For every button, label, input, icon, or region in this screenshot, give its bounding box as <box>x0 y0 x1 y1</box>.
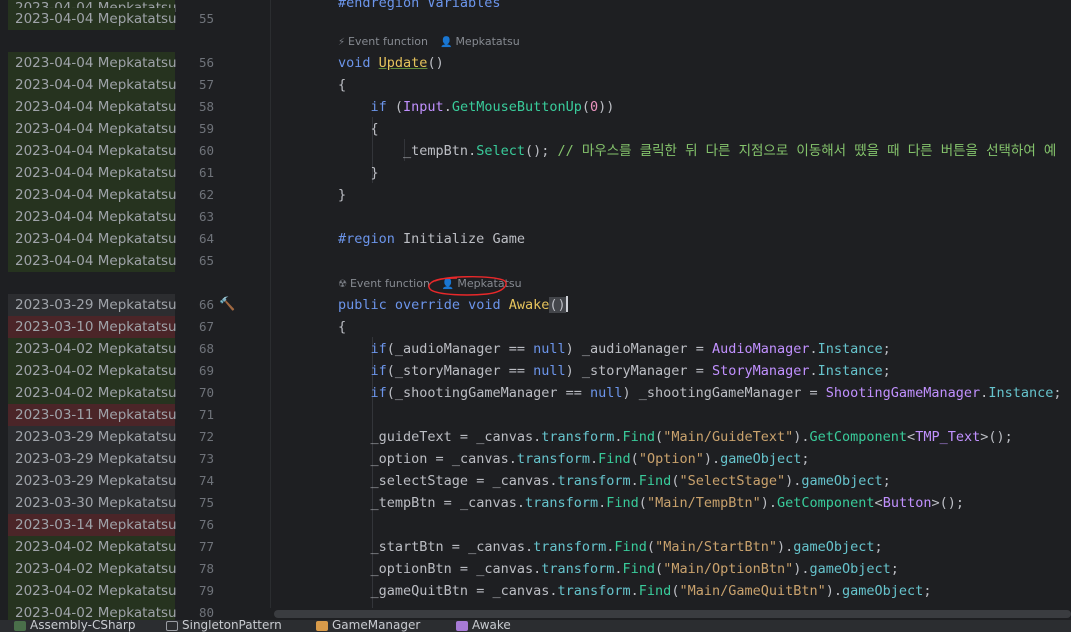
line-number[interactable]: 60 <box>180 140 214 162</box>
blame-entry[interactable]: 2023-04-02 Mepkatatsu <box>8 338 177 360</box>
method-icon <box>456 620 468 631</box>
line-number[interactable]: 79 <box>180 580 214 602</box>
line-number[interactable]: 64 <box>180 228 214 250</box>
code-line-72: _guideText = _canvas.transform.Find("Mai… <box>370 429 1013 445</box>
blame-entry[interactable]: 2023-04-04 Mepkatatsu <box>8 250 177 272</box>
blame-entry[interactable]: 2023-04-04 Mepkatatsu <box>8 74 177 96</box>
blame-entry[interactable]: 2023-03-29 Mepkatatsu <box>8 448 177 470</box>
code-line-75: _tempBtn = _canvas.transform.Find("Main/… <box>370 495 964 511</box>
blame-entry[interactable]: 2023-03-11 Mepkatatsu <box>8 404 177 426</box>
blame-entry[interactable]: 2023-03-30 Mepkatatsu <box>8 492 177 514</box>
line-number[interactable]: 68 <box>180 338 214 360</box>
blame-entry[interactable]: 2023-04-02 Mepkatatsu <box>8 580 177 602</box>
code-editor[interactable]: #endregion Variables ⚡ Event function 👤 Mep… <box>271 0 1071 608</box>
line-number[interactable]: 62 <box>180 184 214 206</box>
line-number[interactable]: 65 <box>180 250 214 272</box>
breadcrumb-class[interactable]: GameManager <box>316 620 420 632</box>
breadcrumb-assembly[interactable]: Assembly-CSharp <box>14 620 135 632</box>
code-line-62: } <box>338 187 347 203</box>
line-number[interactable]: 56 <box>180 52 214 74</box>
code-line-79: _gameQuitBtn = _canvas.transform.Find("M… <box>370 583 932 599</box>
line-number[interactable]: 59 <box>180 118 214 140</box>
line-number[interactable]: 78 <box>180 558 214 580</box>
blame-entry[interactable]: 2023-04-04 Mepkatatsu <box>8 52 177 74</box>
breadcrumb-namespace[interactable]: SingletonPattern <box>166 620 282 632</box>
navigation-breadcrumb-bar: Assembly-CSharp SingletonPattern GameMan… <box>0 620 1071 632</box>
event-function-icon: ⚡ <box>338 37 346 48</box>
code-line-60: _tempBtn.Select(); // 마우스를 클릭한 뒤 다른 지점으로… <box>403 143 1057 159</box>
blame-entry[interactable]: 2023-04-04 Mepkatatsu <box>8 184 177 206</box>
blame-entry[interactable]: 2023-04-04 Mepkatatsu <box>8 118 177 140</box>
line-number[interactable]: 61 <box>180 162 214 184</box>
code-line-66: public override void Awake() <box>338 296 568 313</box>
blame-annotation-gutter[interactable]: 2023-04-04 Mepkatatsu 2023-04-04 Mepkatat… <box>0 0 180 624</box>
line-number[interactable]: 73 <box>180 448 214 470</box>
blame-entry[interactable]: 2023-03-29 Mepkatatsu <box>8 294 177 316</box>
text-caret <box>565 296 568 312</box>
line-number[interactable]: 71 <box>180 404 214 426</box>
blame-entry[interactable]: 2023-04-02 Mepkatatsu <box>8 360 177 382</box>
line-number[interactable]: 55 <box>180 8 214 30</box>
code-vision-hint-update[interactable]: ⚡ Event function 👤 Mepkatatsu <box>338 31 520 53</box>
event-function-icon: ☢ <box>338 279 347 290</box>
blame-entry[interactable]: 2023-04-04 Mepkatatsu <box>8 228 177 250</box>
line-number[interactable]: 75 <box>180 492 214 514</box>
class-icon <box>316 620 328 631</box>
blame-entry[interactable]: 2023-03-29 Mepkatatsu <box>8 426 177 448</box>
line-number[interactable]: 63 <box>180 206 214 228</box>
line-number[interactable]: 72 <box>180 426 214 448</box>
code-line-73: _option = _canvas.transform.Find("Option… <box>370 451 810 467</box>
blame-entry[interactable]: 2023-04-04 Mepkatatsu <box>8 162 177 184</box>
code-line-58: if (Input.GetMouseButtonUp(0)) <box>370 99 615 115</box>
code-line-67: { <box>338 319 347 335</box>
blame-entry[interactable]: 2023-03-14 Mepkatatsu <box>8 514 177 536</box>
code-line-69: if(_storyManager == null) _storyManager … <box>370 363 891 379</box>
code-line-59: { <box>370 121 379 137</box>
blame-entry[interactable]: 2023-04-02 Mepkatatsu <box>8 536 177 558</box>
breadcrumb-method[interactable]: Awake <box>456 620 511 632</box>
horizontal-scrollbar[interactable] <box>274 610 1071 618</box>
code-line-56: void Update() <box>338 55 444 71</box>
blame-entry[interactable]: 2023-04-04 Mepkatatsu <box>8 96 177 118</box>
blame-entry[interactable]: 2023-04-02 Mepkatatsu <box>8 558 177 580</box>
blame-entry[interactable]: 2023-03-29 Mepkatatsu <box>8 470 177 492</box>
blame-entry[interactable]: 2023-03-10 Mepkatatsu <box>8 316 177 338</box>
namespace-icon <box>166 620 178 631</box>
code-line-78: _optionBtn = _canvas.transform.Find("Mai… <box>370 561 899 577</box>
blame-entry[interactable]: 2023-04-04 Mepkatatsu <box>8 140 177 162</box>
code-line-70: if(_shootingGameManager == null) _shooti… <box>370 385 1062 401</box>
blame-entry[interactable]: 2023-04-04 Mepkatatsu <box>8 8 177 30</box>
hammer-icon[interactable]: 🔨 <box>219 294 237 316</box>
code-line-77: _startBtn = _canvas.transform.Find("Main… <box>370 539 883 555</box>
code-line-61: } <box>370 165 379 181</box>
code-line-74: _selectStage = _canvas.transform.Find("S… <box>370 473 891 489</box>
blame-entry[interactable]: 2023-04-02 Mepkatatsu <box>8 382 177 404</box>
line-number[interactable]: 77 <box>180 536 214 558</box>
code-line-64: #region Initialize Game <box>338 231 525 247</box>
line-number[interactable]: 76 <box>180 514 214 536</box>
line-number[interactable]: 67 <box>180 316 214 338</box>
line-number[interactable]: 70 <box>180 382 214 404</box>
line-number[interactable]: 58 <box>180 96 214 118</box>
line-number[interactable]: 57 <box>180 74 214 96</box>
code-line-57: { <box>338 77 347 93</box>
red-annotation-circle <box>428 276 507 296</box>
author-icon: 👤 <box>439 37 453 48</box>
line-number[interactable]: 74 <box>180 470 214 492</box>
code-line-68: if(_audioManager == null) _audioManager … <box>370 341 891 357</box>
code-line-54: #endregion Variables <box>338 0 501 11</box>
line-number[interactable]: 69 <box>180 360 214 382</box>
line-number[interactable]: 66 <box>180 294 214 316</box>
blame-entry[interactable]: 2023-04-04 Mepkatatsu <box>8 206 177 228</box>
assembly-icon <box>14 620 26 631</box>
